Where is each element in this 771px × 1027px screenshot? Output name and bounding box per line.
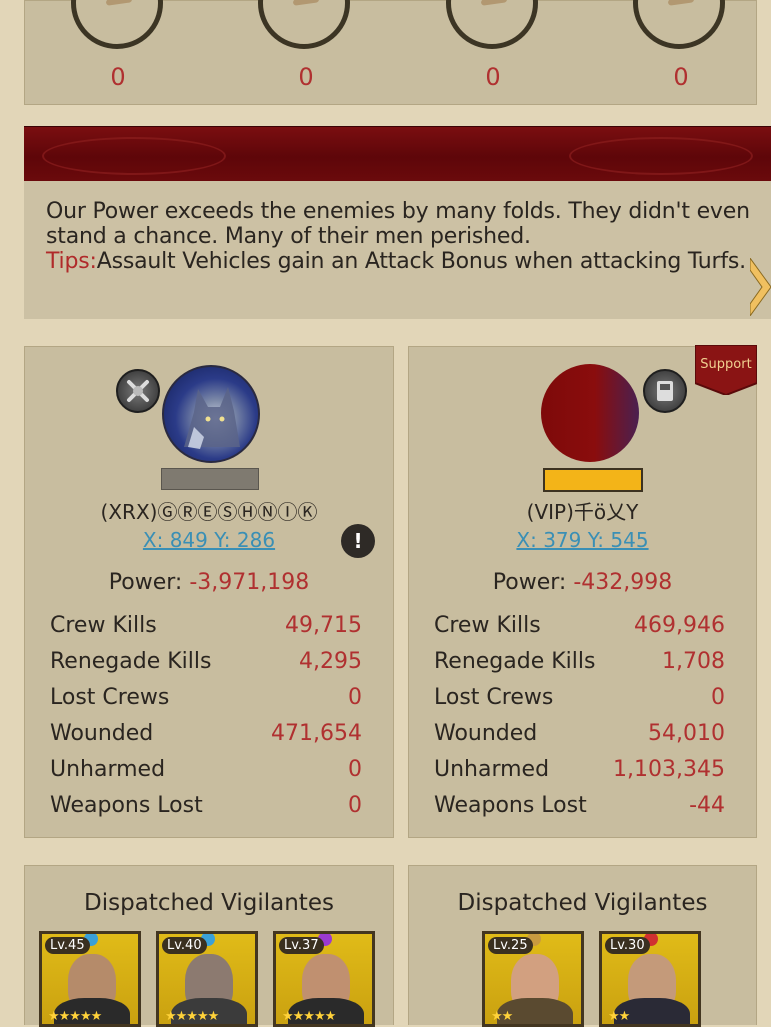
star-rating: ★★ xyxy=(491,1009,513,1024)
tips-label: Tips: xyxy=(46,249,97,274)
stat-value: 0 xyxy=(348,685,362,710)
crossed-weapons-icon[interactable] xyxy=(116,369,160,413)
player-name: (VIP)千ö乂Y xyxy=(526,500,639,524)
attacker-vigilantes-panel: Dispatched Vigilantes Lv.45 ★★★★★ Lv.40 … xyxy=(24,865,394,1027)
power-label: Power: xyxy=(492,570,574,595)
support-badge-label: Support xyxy=(700,357,752,372)
medal-icon xyxy=(446,0,538,49)
star-rating: ★★★★★ xyxy=(282,1009,336,1024)
stat-value: 54,010 xyxy=(648,721,725,746)
defender-vigilantes-panel: Dispatched Vigilantes Lv.25 ★★ Lv.30 ★★ xyxy=(408,865,757,1027)
avatar[interactable] xyxy=(541,364,639,462)
avatar[interactable] xyxy=(162,365,260,463)
health-bar xyxy=(161,468,259,490)
result-banner xyxy=(24,126,771,183)
medal-icon xyxy=(71,0,163,49)
reward-count: 0 xyxy=(298,63,314,91)
reward-count: 0 xyxy=(485,63,501,91)
vigilante-card[interactable]: Lv.40 ★★★★★ xyxy=(156,931,258,1027)
chevron-right-icon[interactable] xyxy=(750,258,771,316)
vigilante-card[interactable]: Lv.45 ★★★★★ xyxy=(39,931,141,1027)
stat-value: 49,715 xyxy=(285,613,362,638)
attacker-panel: (XRX)ⒼⓇⒺⓈⒽⓃⒾⓀ X: 849 Y: 286 ! Power: -3,… xyxy=(24,346,394,838)
power-value: -3,971,198 xyxy=(189,570,310,595)
reward-count: 0 xyxy=(673,63,689,91)
tips-text: Assault Vehicles gain an Attack Bonus wh… xyxy=(96,249,746,274)
vigilante-card[interactable]: Lv.25 ★★ xyxy=(482,931,584,1027)
star-rating: ★★★★★ xyxy=(48,1009,102,1024)
stat-value: 1,708 xyxy=(662,649,725,674)
coordinates-link[interactable]: X: 849 Y: 286 xyxy=(25,528,393,552)
stat-value: 0 xyxy=(348,793,362,818)
medal-icon xyxy=(633,0,725,49)
stat-value: 1,103,345 xyxy=(613,757,725,782)
stat-value: -44 xyxy=(689,793,725,818)
message-text: Our Power exceeds the enemies by many fo… xyxy=(46,199,750,249)
level-badge: Lv.37 xyxy=(279,937,324,954)
medal-icon xyxy=(258,0,350,49)
section-title: Dispatched Vigilantes xyxy=(457,890,708,916)
defender-panel: Support (VIP)千ö乂Y X: 379 Y: 545 Power: -… xyxy=(408,344,758,838)
stat-value: 4,295 xyxy=(299,649,362,674)
power-label: Power: xyxy=(108,570,190,595)
player-name: (XRX)ⒼⓇⒺⓈⒽⓃⒾⓀ xyxy=(100,500,318,524)
level-badge: Lv.30 xyxy=(605,937,650,954)
stat-value: 471,654 xyxy=(271,721,362,746)
level-badge: Lv.25 xyxy=(488,937,533,954)
exclamation-icon[interactable]: ! xyxy=(341,524,375,558)
reward-panel: 0 0 0 0 xyxy=(24,0,757,105)
power-value: -432,998 xyxy=(573,570,673,595)
battle-message: Our Power exceeds the enemies by many fo… xyxy=(46,199,756,274)
shield-icon[interactable] xyxy=(643,369,687,413)
support-badge: Support xyxy=(694,344,758,397)
power-line: Power: -3,971,198 xyxy=(25,570,393,595)
battle-message-panel: Our Power exceeds the enemies by many fo… xyxy=(24,181,771,319)
level-badge: Lv.45 xyxy=(45,937,90,954)
coordinates-link[interactable]: X: 379 Y: 545 xyxy=(409,528,756,552)
level-badge: Lv.40 xyxy=(162,937,207,954)
stat-value: 0 xyxy=(711,685,725,710)
section-title: Dispatched Vigilantes xyxy=(84,890,334,916)
vigilante-card[interactable]: Lv.30 ★★ xyxy=(599,931,701,1027)
star-rating: ★★★★★ xyxy=(165,1009,219,1024)
star-rating: ★★ xyxy=(608,1009,630,1024)
power-line: Power: -432,998 xyxy=(409,570,756,595)
stat-value: 0 xyxy=(348,757,362,782)
reward-count: 0 xyxy=(110,63,126,91)
stat-value: 469,946 xyxy=(634,613,725,638)
health-bar xyxy=(543,468,643,492)
vigilante-card[interactable]: Lv.37 ★★★★★ xyxy=(273,931,375,1027)
